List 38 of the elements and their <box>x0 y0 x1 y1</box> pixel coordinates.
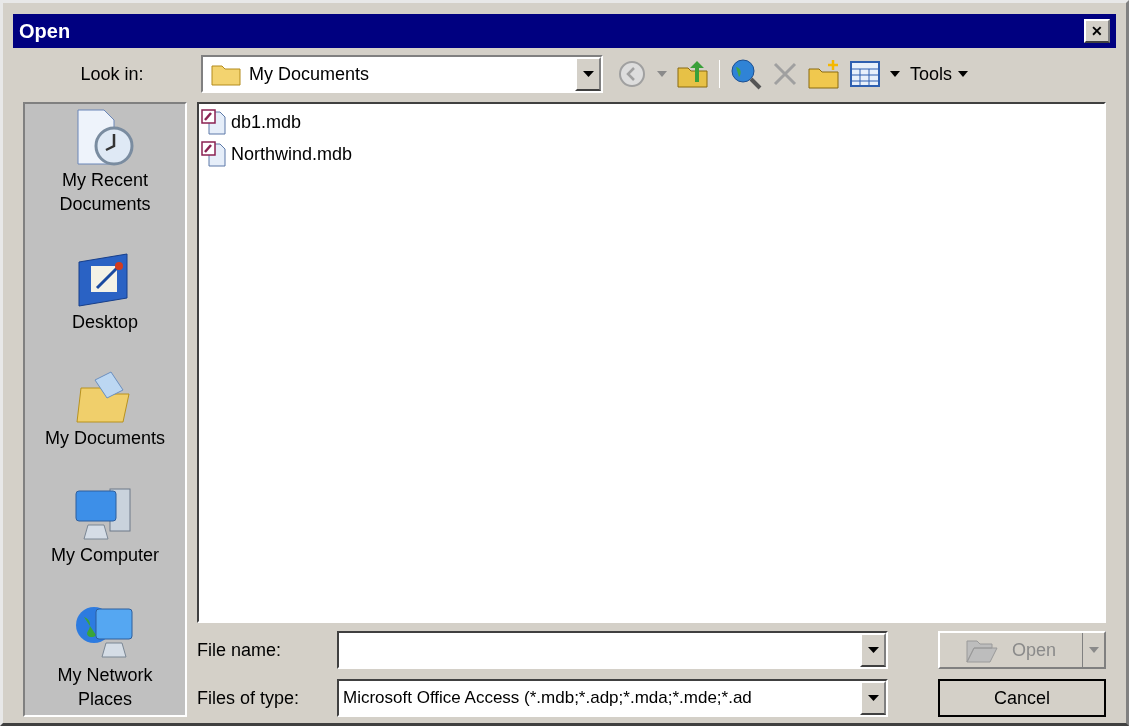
dropdown-button[interactable] <box>860 681 886 715</box>
places-bar-item[interactable]: My Documents <box>28 369 182 450</box>
look-in-dropdown[interactable]: My Documents <box>201 55 603 93</box>
file-item[interactable]: db1.mdb <box>201 106 1102 138</box>
window-title: Open <box>19 19 71 44</box>
places-bar-item[interactable]: My Network Places <box>28 603 182 711</box>
dialog-button[interactable]: Cancel <box>938 679 1106 717</box>
file-name-label: File name: <box>197 638 283 662</box>
places-bar-item[interactable]: My Recent Documents <box>28 108 182 216</box>
folder-icon <box>211 62 241 86</box>
dropdown-arrow-icon <box>867 647 879 653</box>
file-type-dropdown[interactable]: Microsoft Office Access (*.mdb;*.adp;*.mda;*.mde;*.ad <box>337 679 888 717</box>
globe-search-icon[interactable] <box>730 58 762 90</box>
look-in-label: Look in: <box>79 62 145 86</box>
dropdown-button[interactable] <box>860 633 886 667</box>
dropdown-arrow-icon <box>890 71 900 77</box>
places-bar-item[interactable]: Desktop <box>28 251 182 334</box>
close-button[interactable]: ✕ <box>1084 19 1110 43</box>
dropdown-arrow-icon <box>958 71 969 77</box>
views-icon[interactable] <box>850 61 880 87</box>
tools-menu-button[interactable]: Tools <box>910 60 969 88</box>
places-bar-item[interactable]: My Computer <box>28 485 182 568</box>
file-item[interactable]: Northwind.mdb <box>201 138 1102 170</box>
file-name-field[interactable] <box>337 631 888 669</box>
file-name: Northwind.mdb <box>231 142 353 166</box>
database-file-icon <box>201 141 227 167</box>
open-folder-icon <box>965 637 998 663</box>
dropdown-button[interactable] <box>575 57 601 91</box>
file-type-value: Microsoft Office Access (*.mdb;*.adp;*.mda;*.mde;*.ad <box>343 687 753 710</box>
look-in-value: My Documents <box>249 62 371 86</box>
file-type-label: Files of type: <box>197 686 301 710</box>
file-name: db1.mdb <box>231 110 302 134</box>
dropdown-arrow-icon <box>867 695 879 701</box>
dropdown-arrow-icon <box>582 71 594 77</box>
dropdown-arrow-icon <box>657 71 667 77</box>
dropdown-arrow-icon <box>1088 647 1099 653</box>
document-clock-icon <box>74 108 136 168</box>
database-file-icon <box>201 109 227 135</box>
